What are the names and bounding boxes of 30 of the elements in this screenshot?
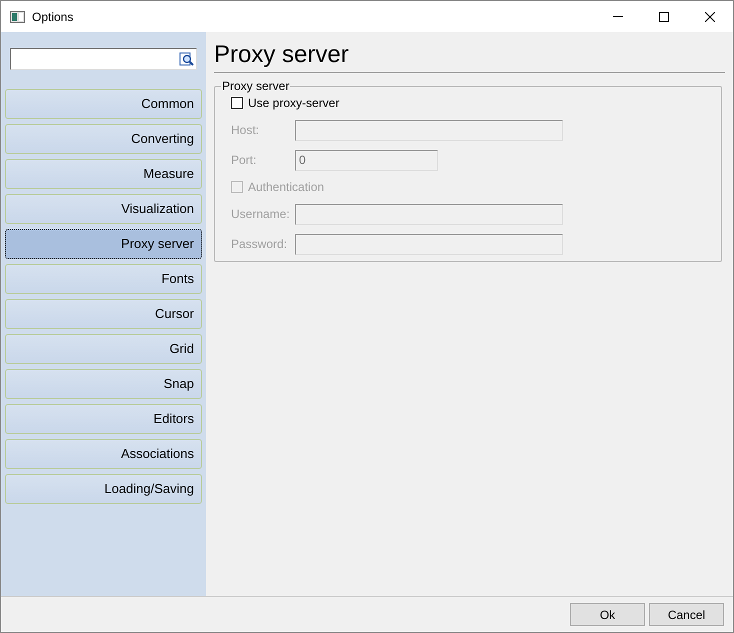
sidebar-item[interactable]: Converting <box>5 124 202 154</box>
sidebar-item[interactable]: Cursor <box>5 299 202 329</box>
field-label: Host: <box>231 122 260 139</box>
checkbox[interactable] <box>231 97 243 109</box>
search-icon <box>179 52 194 66</box>
window-title: Options <box>32 8 74 26</box>
dialog-button[interactable]: Cancel <box>649 603 724 626</box>
group-title: Proxy server <box>221 79 290 93</box>
checkbox-label: Use proxy-server <box>248 95 340 112</box>
sidebar-item[interactable]: Loading/Saving <box>5 474 202 504</box>
minimize-icon <box>613 16 623 17</box>
field-label: Port: <box>231 152 258 169</box>
page-title: Proxy server <box>214 40 725 73</box>
search-field[interactable] <box>10 48 197 70</box>
sidebar-item[interactable]: Common <box>5 89 202 119</box>
sidebar-item[interactable]: Visualization <box>5 194 202 224</box>
field-label: Password: <box>231 236 288 253</box>
sidebar-item[interactable]: Proxy server <box>5 229 202 259</box>
sidebar-item[interactable]: Snap <box>5 369 202 399</box>
field-label: Username: <box>231 206 291 223</box>
maximize-icon <box>659 12 669 22</box>
sidebar-item[interactable]: Measure <box>5 159 202 189</box>
sidebar-item[interactable]: Editors <box>5 404 202 434</box>
close-icon <box>705 12 715 22</box>
sidebar-item[interactable]: Fonts <box>5 264 202 294</box>
checkbox-label: Authentication <box>248 179 324 196</box>
sidebar-item[interactable]: Grid <box>5 334 202 364</box>
dialog-button[interactable]: Ok <box>570 603 645 626</box>
app-icon <box>10 10 25 22</box>
sidebar-item[interactable]: Associations <box>5 439 202 469</box>
